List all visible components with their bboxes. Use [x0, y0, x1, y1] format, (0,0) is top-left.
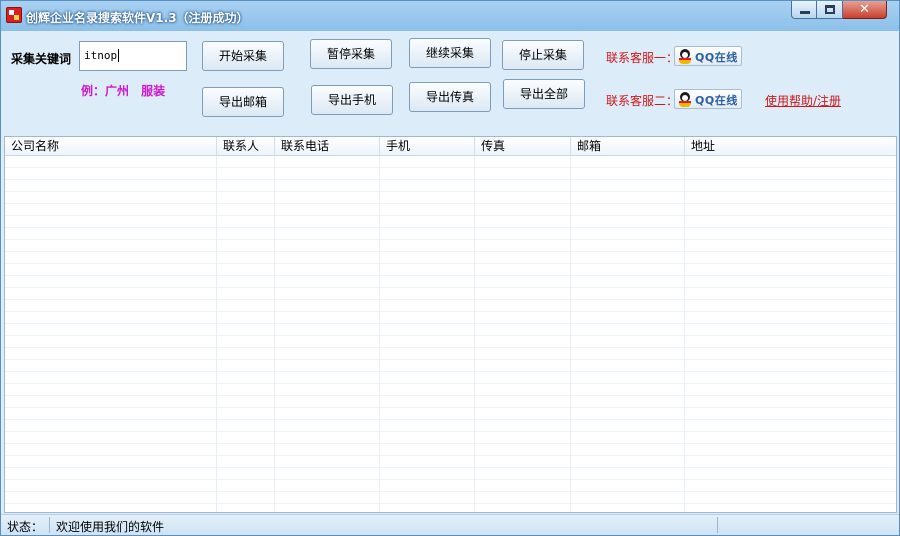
help-register-link[interactable]: 使用帮助/注册 — [765, 92, 841, 109]
column-header-fax[interactable]: 传真 — [474, 137, 570, 156]
text-caret — [118, 49, 120, 62]
keyword-input[interactable]: itnop — [79, 41, 187, 71]
minimize-button[interactable] — [791, 1, 817, 19]
status-label: 状态： — [7, 520, 44, 534]
support-1-label: 联系客服一： — [606, 51, 679, 65]
qq-support-1-button[interactable]: QQ在线 — [674, 46, 742, 66]
title-bar[interactable]: 创辉企业名录搜索软件V1.3（注册成功） ✕ — [1, 1, 899, 31]
column-divider — [474, 156, 475, 512]
maximize-icon — [825, 5, 835, 14]
column-header-email[interactable]: 邮箱 — [570, 137, 684, 156]
qq-penguin-icon — [678, 92, 692, 107]
app-window: 创辉企业名录搜索软件V1.3（注册成功） ✕ 采集关键词 itnop 例：广州 … — [0, 0, 900, 536]
table-header: 公司名称 联系人 联系电话 手机 传真 邮箱 地址 — [5, 137, 896, 156]
column-header-company[interactable]: 公司名称 — [5, 137, 216, 156]
qq-online-label: QQ在线 — [695, 51, 738, 64]
keyword-input-value: itnop — [84, 49, 118, 62]
column-divider — [570, 156, 571, 512]
table-body[interactable] — [5, 156, 896, 512]
window-title: 创辉企业名录搜索软件V1.3（注册成功） — [26, 11, 249, 25]
app-logo-icon[interactable] — [6, 7, 22, 23]
qq-online-label: QQ在线 — [695, 94, 738, 107]
qq-support-2-button[interactable]: QQ在线 — [674, 89, 742, 109]
keyword-example: 例：广州 服装 — [81, 84, 166, 98]
export-all-button[interactable]: 导出全部 — [503, 79, 585, 109]
export-email-button[interactable]: 导出邮箱 — [202, 87, 284, 117]
support-2-label: 联系客服二： — [606, 94, 679, 108]
column-divider — [684, 156, 685, 512]
start-collect-button[interactable]: 开始采集 — [202, 41, 284, 71]
close-icon: ✕ — [859, 2, 870, 17]
pause-collect-button[interactable]: 暂停采集 — [310, 39, 392, 69]
resume-collect-button[interactable]: 继续采集 — [409, 38, 491, 68]
column-header-address[interactable]: 地址 — [684, 137, 896, 156]
status-separator — [49, 517, 50, 533]
stop-collect-button[interactable]: 停止采集 — [502, 40, 584, 70]
caption-buttons: ✕ — [791, 1, 887, 19]
column-divider — [379, 156, 380, 512]
column-header-phone[interactable]: 联系电话 — [274, 137, 379, 156]
status-message: 欢迎使用我们的软件 — [56, 520, 165, 534]
qq-penguin-icon — [678, 49, 692, 64]
export-mobile-button[interactable]: 导出手机 — [311, 85, 393, 115]
column-divider — [216, 156, 217, 512]
column-header-mobile[interactable]: 手机 — [379, 137, 474, 156]
toolbar-panel: 采集关键词 itnop 例：广州 服装 开始采集 暂停采集 继续采集 停止采集 … — [1, 31, 899, 135]
close-button[interactable]: ✕ — [843, 1, 887, 19]
maximize-button[interactable] — [817, 1, 843, 19]
minimize-icon — [800, 11, 810, 14]
results-table[interactable]: 公司名称 联系人 联系电话 手机 传真 邮箱 地址 — [4, 136, 897, 513]
keyword-label: 采集关键词 — [11, 52, 72, 66]
column-header-contact[interactable]: 联系人 — [216, 137, 274, 156]
export-fax-button[interactable]: 导出传真 — [409, 82, 491, 112]
status-bar: 状态： 欢迎使用我们的软件 — [1, 514, 899, 535]
status-separator — [717, 517, 718, 533]
column-divider — [274, 156, 275, 512]
